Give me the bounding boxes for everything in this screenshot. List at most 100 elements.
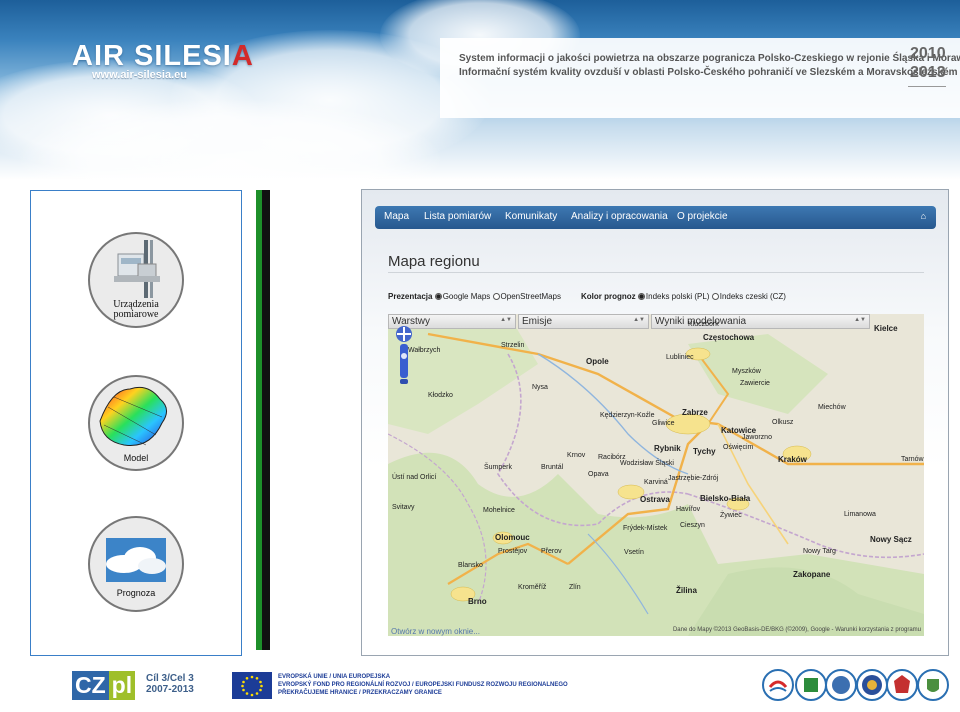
map-city-label: Nowy Sącz — [870, 535, 912, 544]
map-city-label: Strzelin — [501, 342, 525, 349]
map-city-label: Tarnów — [901, 456, 924, 463]
site-url[interactable]: www.air-silesia.eu — [92, 69, 187, 81]
region-map[interactable]: Warstwy ▲▼ Emisje ▲▼ Wyniki modelowania ▲▼ … — [388, 314, 924, 636]
caret-icon: ▲▼ — [854, 317, 866, 323]
cil-program-text: Cíl 3/Cel 3 2007-2013 — [146, 673, 194, 695]
model-label: Model — [123, 453, 149, 463]
map-city-label: Blansko — [458, 562, 483, 569]
header-title-cz: Informační systém kvality ovzduší v obla… — [459, 67, 960, 78]
dropdown-label: Emisje — [522, 316, 553, 327]
cil-line: Cíl 3/Cel 3 — [146, 673, 194, 684]
map-city-label: Přerov — [541, 548, 562, 555]
measuring-devices-label: Urządzenia pomiarowe — [90, 300, 182, 320]
year-start: 2010 — [910, 45, 946, 62]
map-city-label: Kroměříž — [518, 584, 547, 591]
caret-icon: ▲▼ — [633, 317, 645, 323]
map-city-label: Svitavy — [392, 504, 415, 511]
map-city-label: Wodzisław Śląski — [620, 460, 674, 467]
nav-item-mapa[interactable]: Mapa — [384, 211, 409, 222]
map-city-label: Myszków — [732, 368, 761, 375]
footer-logos: CZ pl Cíl 3/Cel 3 2007-2013 EVROPSKÁ UNIE… — [0, 660, 960, 712]
home-icon[interactable]: ⌂ — [921, 211, 926, 221]
caret-icon: ▲▼ — [500, 317, 512, 323]
eu-line: EVROPSKÝ FOND PRO REGIONÁLNÍ ROZVOJ / EU… — [278, 682, 568, 688]
map-city-label: Częstochowa — [703, 333, 755, 342]
measuring-devices-button[interactable]: Urządzenia pomiarowe — [88, 232, 184, 328]
map-city-label: Havířov — [676, 506, 701, 513]
map-city-label: Vsetín — [624, 549, 644, 556]
partner-mark — [862, 675, 882, 695]
radio-index-cz[interactable] — [711, 293, 719, 300]
map-city-label: Olomouc — [495, 533, 530, 542]
map-city-label: Kraków — [778, 455, 807, 464]
partner-logo-icon[interactable] — [795, 669, 827, 701]
map-city-label: Limanowa — [844, 511, 876, 518]
map-city-label: Kielce — [874, 324, 898, 333]
header-title-pl: System informacji o jakości powietrza na… — [459, 53, 960, 64]
year-end: 2013 — [910, 64, 946, 81]
map-zoom-control[interactable] — [394, 324, 414, 386]
partner-mark — [832, 676, 850, 694]
nav-item-analizy[interactable]: Analizy i opracowania — [571, 211, 668, 222]
map-attribution[interactable]: Dane do Mapy ©2013 GeoBasis-DE/BKG (©200… — [673, 627, 921, 633]
presentation-options: Prezentacja Google Maps OpenStreetMaps — [388, 292, 561, 301]
forecast-label: Prognoza — [116, 588, 156, 598]
map-city-label: Cieszyn — [680, 522, 705, 529]
partner-mark — [894, 675, 910, 693]
nav-item-lista-pomiarow[interactable]: Lista pomiarów — [424, 211, 491, 222]
map-city-label: Tychy — [693, 447, 716, 456]
radio-openstreetmaps[interactable] — [492, 293, 500, 300]
emissions-dropdown[interactable]: Emisje ▲▼ — [518, 314, 649, 329]
partner-logo-icon[interactable] — [762, 669, 794, 701]
divider-bar-inner — [262, 190, 270, 650]
map-city-label: Zawiercie — [740, 380, 770, 387]
header-banner — [0, 0, 960, 180]
eu-line: EVROPSKÁ UNIE / UNIA EUROPEJSKA — [278, 674, 391, 680]
project-years: 2010 2013 — [910, 44, 946, 82]
map-city-label: Žilina — [676, 586, 697, 595]
map-city-label: Wałbrzych — [408, 347, 441, 354]
option-cz-label: Indeks czeski (CZ) — [719, 292, 786, 301]
model-results-dropdown[interactable]: Wyniki modelowania ▲▼ — [651, 314, 870, 329]
map-city-label: Nysa — [532, 384, 548, 391]
map-city-label: Kluczbork — [688, 321, 719, 328]
radio-index-pl[interactable] — [637, 293, 645, 300]
map-city-label: Kędzierzyn-Koźle — [600, 412, 655, 419]
label-line: pomiarowe — [113, 309, 159, 320]
map-city-label: Żywiec — [720, 512, 742, 519]
partner-logo-icon[interactable] — [917, 669, 949, 701]
left-nav-panel: Urządzenia pomiarowe Model Prognoza — [30, 190, 242, 656]
partner-mark — [804, 678, 818, 692]
header-title-band — [440, 38, 960, 118]
cz-pl-program-logo[interactable]: CZ pl — [72, 671, 136, 700]
partner-logo-icon[interactable] — [856, 669, 888, 701]
map-city-label: Bielsko-Biała — [700, 494, 751, 503]
map-city-label: Lubliniec — [666, 354, 694, 361]
map-city-label: Karviná — [644, 479, 668, 486]
map-city-label: Šumperk — [484, 464, 513, 471]
eu-stars — [241, 675, 263, 697]
option-google-label: Google Maps — [442, 292, 491, 301]
title-divider — [388, 272, 924, 273]
forecast-button[interactable]: Prognoza — [88, 516, 184, 612]
map-city-label: Olkusz — [772, 419, 794, 426]
map-city-label: Jaworzno — [742, 434, 772, 441]
partner-logo-icon[interactable] — [886, 669, 918, 701]
option-osm-label: OpenStreetMaps — [500, 292, 562, 301]
map-city-label: Brno — [468, 597, 487, 606]
radio-google-maps[interactable] — [434, 293, 442, 300]
map-city-label: Frýdek-Místek — [623, 525, 668, 532]
map-city-label: Rybnik — [654, 444, 681, 453]
nav-item-komunikaty[interactable]: Komunikaty — [505, 211, 557, 222]
partner-mark — [927, 679, 939, 692]
map-city-label: Opole — [586, 357, 609, 366]
logo-text: AIR SILESI — [72, 40, 232, 72]
open-new-window-link[interactable]: Otwórz w nowym oknie... — [391, 627, 480, 636]
map-city-label: Zlín — [569, 584, 581, 591]
top-nav-bar: Mapa Lista pomiarów Komunikaty Analizy i… — [375, 206, 936, 229]
model-button[interactable]: Model — [88, 375, 184, 471]
partner-logo-icon[interactable] — [825, 669, 857, 701]
logo-pl: pl — [108, 671, 136, 700]
map-city-label: Bruntál — [541, 464, 564, 471]
nav-item-o-projekcie[interactable]: O projekcie — [677, 211, 728, 222]
